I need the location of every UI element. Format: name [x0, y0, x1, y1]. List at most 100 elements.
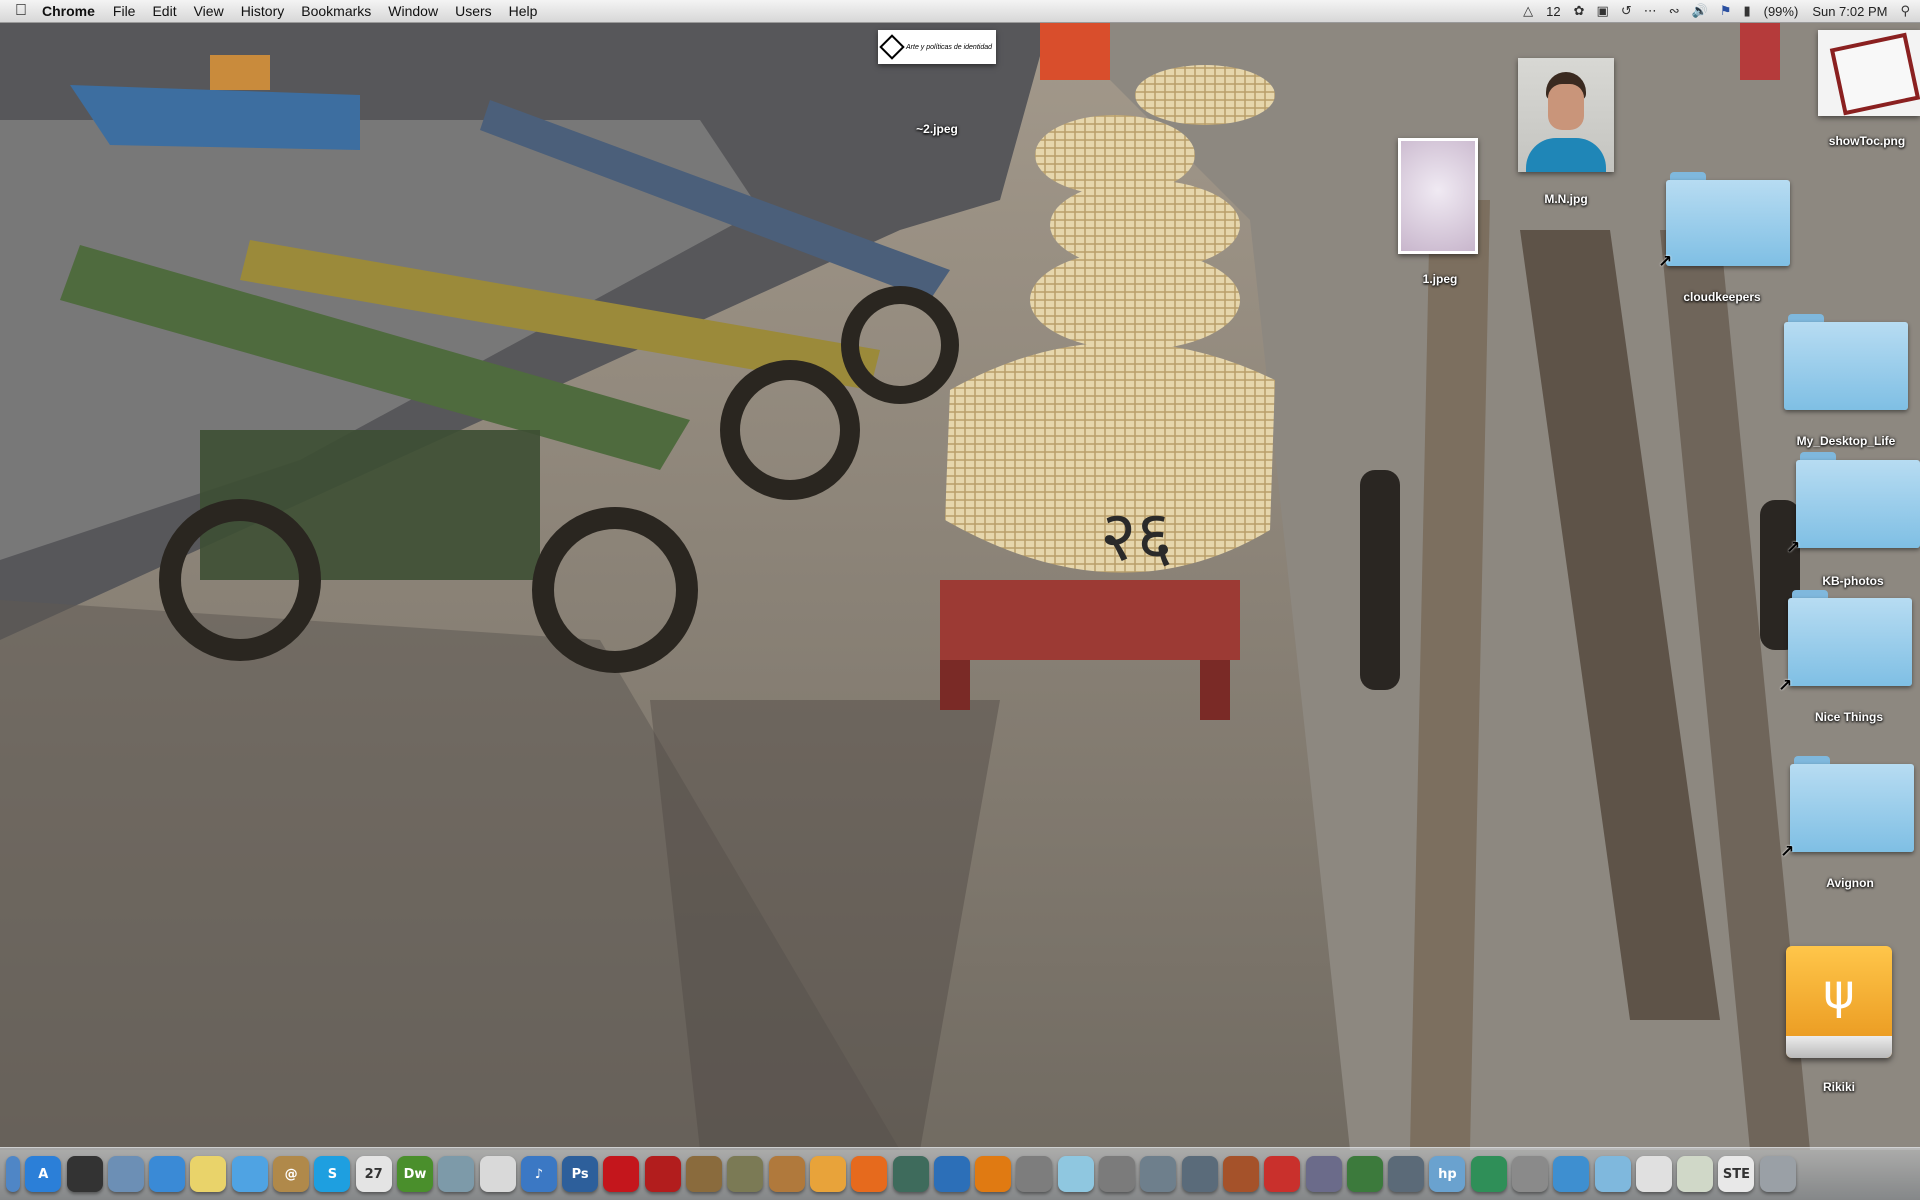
folder-icon — [1666, 172, 1790, 266]
desktop-file-mn-jpg[interactable]: M.N.jpg — [1518, 58, 1614, 208]
desktop-item-label: Rikiki — [1822, 1080, 1856, 1094]
system-preferences-icon[interactable] — [1099, 1156, 1136, 1192]
garageband-icon[interactable] — [768, 1156, 805, 1192]
menu-users[interactable]: Users — [455, 3, 492, 19]
screenshot-icon[interactable] — [1140, 1156, 1177, 1192]
printer-icon[interactable] — [1388, 1156, 1425, 1192]
menu-help[interactable]: Help — [509, 3, 538, 19]
iphoto-icon[interactable] — [438, 1156, 475, 1192]
photoshop-icon[interactable]: Ps — [562, 1156, 599, 1192]
alias-arrow-icon: ↗ — [1778, 676, 1793, 695]
network-icon[interactable] — [1553, 1156, 1590, 1192]
camino-icon[interactable] — [1470, 1156, 1507, 1192]
desktop-item-label: ~2.jpeg — [916, 122, 958, 136]
clock[interactable]: Sun 7:02 PM — [1812, 4, 1887, 19]
growl-icon[interactable]: ✿ — [1574, 3, 1585, 19]
dreamweaver-icon[interactable]: Dw — [396, 1156, 433, 1192]
itunes-icon[interactable]: ♪ — [520, 1156, 557, 1192]
battery-percent[interactable]: (99%) — [1764, 4, 1799, 19]
desktop-item-label: M.N.jpg — [1544, 192, 1588, 206]
image-thumbnail — [1398, 138, 1478, 254]
desktop-item-label: showToc.png — [1828, 134, 1906, 148]
star-app-icon[interactable] — [727, 1156, 764, 1192]
menu-app-name[interactable]: Chrome — [42, 3, 95, 19]
pdf-icon[interactable] — [1264, 1156, 1301, 1192]
menu-edit[interactable]: Edit — [152, 3, 176, 19]
dashboard-icon[interactable] — [66, 1156, 103, 1192]
volume-icon[interactable]: 🔊 — [1692, 3, 1708, 19]
text-document-icon[interactable] — [1057, 1156, 1094, 1192]
time-machine-icon[interactable]: ↺ — [1621, 3, 1632, 19]
image-thumbnail-logo-icon — [879, 34, 905, 60]
address-book-icon[interactable]: @ — [273, 1156, 310, 1192]
image-icon[interactable] — [1511, 1156, 1548, 1192]
menu-file[interactable]: File — [113, 3, 136, 19]
desktop-item-label: Avignon — [1826, 876, 1874, 890]
more-icon[interactable]: ⋯ — [1644, 3, 1657, 19]
firefox-icon[interactable] — [851, 1156, 888, 1192]
folder-icon — [1796, 452, 1920, 548]
applications-folder-icon[interactable] — [1594, 1156, 1631, 1192]
alias-arrow-icon: ↗ — [1780, 842, 1795, 861]
image-capture-icon[interactable] — [686, 1156, 723, 1192]
stickies-icon[interactable] — [190, 1156, 227, 1192]
safari-icon[interactable] — [149, 1156, 186, 1192]
desktop-folder-cloudkeepers[interactable]: ↗ cloudkeepers — [1654, 172, 1790, 308]
desktop-item-label: 1.jpeg — [1422, 272, 1458, 286]
quicktime-icon[interactable] — [933, 1156, 970, 1192]
apple-icon[interactable]:  — [0, 2, 42, 20]
hp-utility-icon[interactable]: hp — [1429, 1156, 1466, 1192]
wifi-icon[interactable]: ∾ — [1669, 3, 1680, 19]
desktop-folder-nice-things[interactable]: ↗ Nice Things — [1778, 590, 1920, 730]
image-thumbnail — [1818, 30, 1920, 116]
menu-window[interactable]: Window — [388, 3, 438, 19]
flag-icon[interactable]: ⚑ — [1720, 3, 1732, 19]
adobe-update-count[interactable]: 12 — [1546, 4, 1560, 19]
downloads-stack-icon[interactable] — [1677, 1156, 1714, 1192]
menu-bar:  Chrome File Edit View History Bookmark… — [0, 0, 1920, 23]
folder-icon — [1784, 314, 1908, 410]
svg-text:२६: २६ — [1100, 495, 1173, 577]
script-editor-icon[interactable] — [1305, 1156, 1342, 1192]
keynote-icon[interactable] — [1222, 1156, 1259, 1192]
dvd-player-icon[interactable] — [1016, 1156, 1053, 1192]
chrome-icon[interactable] — [809, 1156, 846, 1192]
desktop-file-2-jpeg[interactable]: Arte y políticas de identidad ~2.jpeg — [878, 30, 996, 140]
desktop-folder-avignon[interactable]: ↗ Avignon — [1780, 756, 1920, 896]
trash-icon[interactable] — [1759, 1156, 1796, 1192]
app-store-icon[interactable]: A — [25, 1156, 62, 1192]
grapher-icon[interactable] — [1346, 1156, 1383, 1192]
desktop-file-showtoc-png[interactable]: showToc.png — [1814, 30, 1920, 156]
ste-file-icon[interactable]: STE — [1718, 1156, 1755, 1192]
desktop-folder-kb-photos[interactable]: ↗ KB-photos — [1786, 452, 1920, 592]
desktop-item-label: KB-photos — [1822, 574, 1884, 588]
desktop-item-label: cloudkeepers — [1683, 290, 1761, 304]
spotlight-icon[interactable]: ⚲ — [1900, 3, 1910, 19]
desktop-wallpaper: २६ — [0, 0, 1920, 1200]
display-icon[interactable]: ▣ — [1597, 3, 1609, 19]
menu-view[interactable]: View — [194, 3, 224, 19]
battery-icon[interactable]: ▮ — [1743, 3, 1750, 19]
ichat-icon[interactable] — [231, 1156, 268, 1192]
dictionary-icon[interactable] — [1181, 1156, 1218, 1192]
time-machine-icon[interactable] — [892, 1156, 929, 1192]
menu-history[interactable]: History — [241, 3, 285, 19]
dock: A @ S 27 Dw ♪ Ps hp STE — [0, 1147, 1920, 1200]
preview-icon[interactable] — [107, 1156, 144, 1192]
folder-icon — [1788, 590, 1912, 686]
photo-booth-icon[interactable] — [644, 1156, 681, 1192]
ical-icon[interactable]: 27 — [355, 1156, 392, 1192]
image-thumbnail-caption: Arte y políticas de identidad — [906, 43, 992, 51]
desktop-drive-rikiki[interactable]: ψ Rikiki — [1784, 946, 1894, 1096]
vlc-icon[interactable] — [975, 1156, 1012, 1192]
usb-drive-icon: ψ — [1786, 946, 1892, 1058]
desktop-folder-my-desktop-life[interactable]: My_Desktop_Life — [1772, 314, 1920, 454]
acrobat-icon[interactable] — [603, 1156, 640, 1192]
documents-stack-icon[interactable] — [1635, 1156, 1672, 1192]
adobe-icon[interactable]: △ — [1523, 3, 1533, 19]
textedit-icon[interactable] — [479, 1156, 516, 1192]
skype-icon[interactable]: S — [314, 1156, 351, 1192]
menu-bookmarks[interactable]: Bookmarks — [301, 3, 371, 19]
desktop-file-1-jpeg[interactable]: 1.jpeg — [1398, 138, 1482, 288]
finder-icon[interactable] — [6, 1156, 20, 1192]
